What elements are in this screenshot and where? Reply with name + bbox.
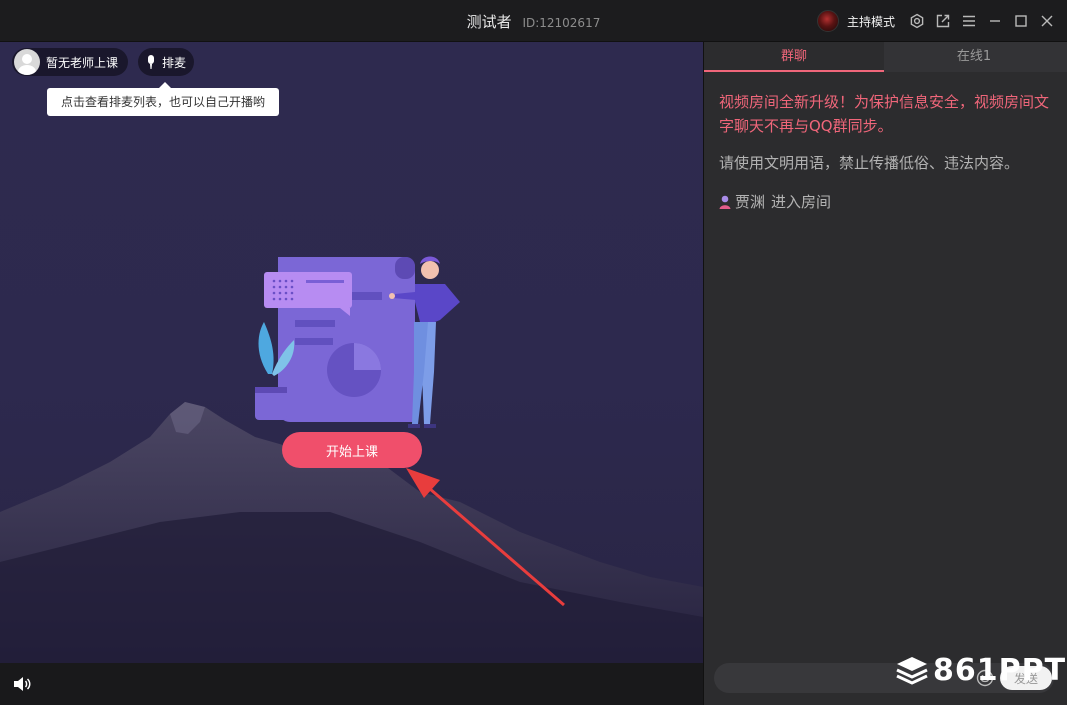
chat-panel: 群聊 在线1 视频房间全新升级！为保护信息安全，视频房间文字聊天不再与QQ群同步… <box>703 42 1067 705</box>
send-button[interactable]: 发送 <box>1000 666 1052 690</box>
chat-rules-message: 请使用文明用语，禁止传播低俗、违法内容。 <box>719 154 1020 172</box>
mic-queue-label: 排麦 <box>162 55 187 70</box>
window-title-name: 测试者 <box>466 13 512 31</box>
speaker-icon[interactable] <box>12 674 32 694</box>
system-notice-message: 视频房间全新升级！为保护信息安全，视频房间文字聊天不再与QQ群同步。 <box>719 93 1050 135</box>
user-id: ID:12102617 <box>522 16 601 30</box>
annotation-arrow <box>406 468 565 607</box>
host-mode-label[interactable]: 主持模式 <box>847 13 895 30</box>
mic-queue-tooltip: 点击查看排麦列表，也可以自己开播哟 <box>47 82 280 116</box>
chat-input[interactable] <box>714 663 974 693</box>
teacher-status-label: 暂无老师上课 <box>46 55 119 70</box>
join-text: 进入房间 <box>771 193 832 211</box>
maximize-icon[interactable] <box>1009 9 1033 33</box>
emoji-icon[interactable] <box>976 669 994 687</box>
user-icon <box>719 195 731 209</box>
microphone-icon <box>148 55 154 69</box>
menu-icon[interactable] <box>957 9 981 33</box>
title-bar-controls: 主持模式 <box>816 0 1067 42</box>
teacher-avatar <box>14 49 40 75</box>
video-area: 暂无老师上课 排麦 点击查看排麦列表，也可以自己开播哟 开始上课 <box>0 42 703 663</box>
host-avatar[interactable] <box>816 10 839 32</box>
popout-icon[interactable] <box>931 9 955 33</box>
teaching-illustration <box>255 256 460 428</box>
title-bar: 测试者 ID:12102617 主持模式 <box>0 0 1067 42</box>
join-username: 贾渊 <box>735 193 766 211</box>
mic-queue-button[interactable]: 排麦 <box>138 48 195 76</box>
chat-tabs: 群聊 在线1 <box>704 42 1067 72</box>
minimize-icon[interactable] <box>983 9 1007 33</box>
close-icon[interactable] <box>1035 9 1059 33</box>
tab-group-chat[interactable]: 群聊 <box>704 42 884 72</box>
tab-online-users[interactable]: 在线1 <box>884 42 1064 72</box>
video-control-bar <box>0 663 703 705</box>
settings-icon[interactable] <box>905 9 929 33</box>
chat-input-area: 发送 <box>714 663 1054 693</box>
user-join-message: 贾渊 进入房间 <box>719 190 1049 214</box>
teacher-status-pill[interactable]: 暂无老师上课 <box>12 48 129 76</box>
